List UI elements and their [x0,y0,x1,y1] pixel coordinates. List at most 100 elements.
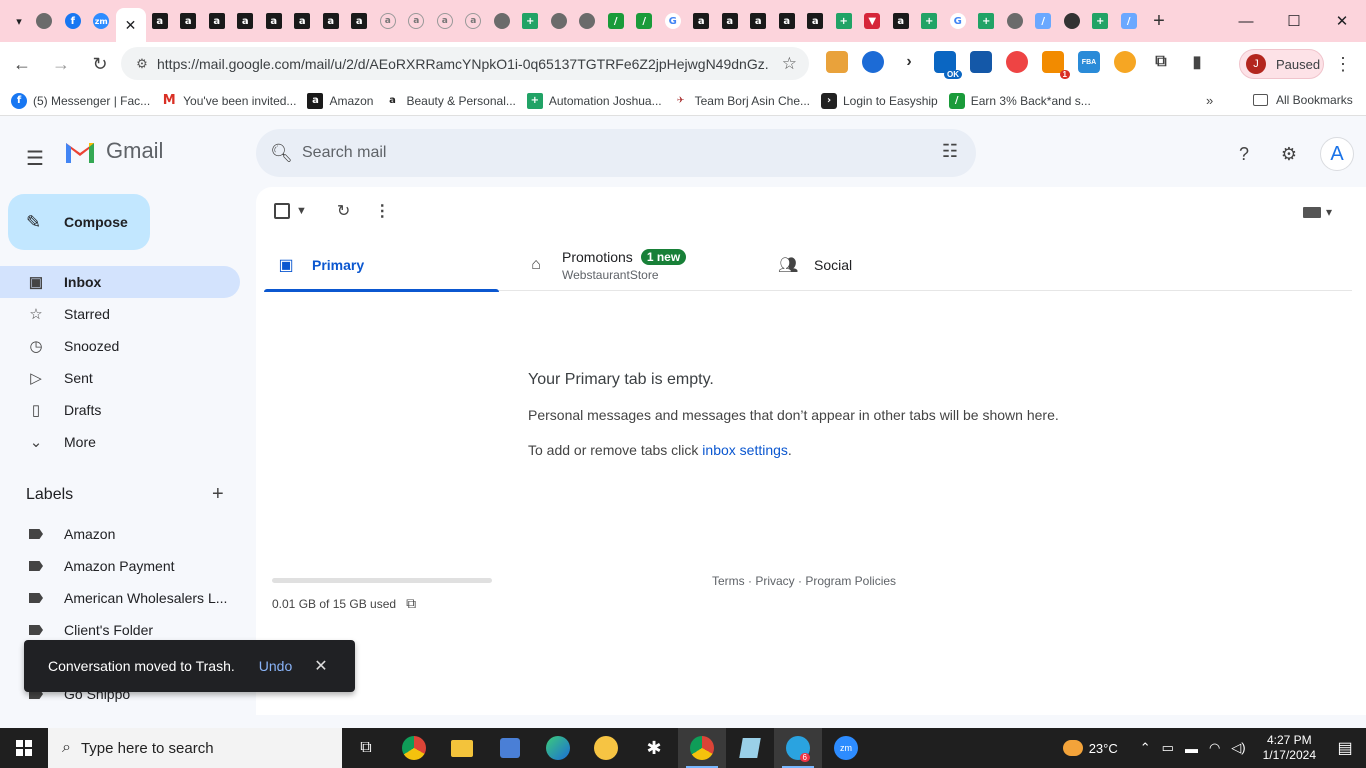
external-link-icon[interactable]: ⧉ [406,595,416,612]
notepad-icon[interactable] [726,728,774,768]
address-bar[interactable]: ⚙ https://mail.google.com/mail/u/2/d/AEo… [121,47,809,80]
tab[interactable]: / [630,5,659,37]
tab[interactable]: a [231,5,260,37]
extension-icon[interactable] [826,51,848,73]
notifications-icon[interactable]: ▤ [1330,738,1360,758]
bookmark-item[interactable]: + Automation Joshua... [526,92,662,109]
task-view-icon[interactable]: ⧉ [342,728,390,768]
tab[interactable]: ▼ [858,5,887,37]
compose-button[interactable]: ✎ Compose [8,194,150,250]
tab[interactable]: G [944,5,973,37]
undo-button[interactable]: Undo [259,658,292,674]
extension-icon[interactable] [1114,51,1136,73]
taskbar-search-box[interactable]: ⌕ Type here to search [48,728,342,768]
search-icon[interactable]: 🔍︎ [270,143,293,164]
tab[interactable]: / [1029,5,1058,37]
tab[interactable]: + [972,5,1001,37]
bookmark-item[interactable]: M You've been invited... [161,92,296,109]
profile-button[interactable]: J Paused [1239,49,1324,79]
zoom-taskbar-icon[interactable]: zm [822,728,870,768]
extension-icon[interactable]: FBA [1078,51,1100,73]
windows-start-icon[interactable] [0,728,48,768]
url-text[interactable]: https://mail.google.com/mail/u/2/d/AEoRX… [157,56,769,72]
toast-close-icon[interactable]: ✕ [314,656,327,676]
nav-snoozed[interactable]: ◷ Snoozed [0,330,240,362]
select-dropdown-icon[interactable]: ▼ [296,205,307,217]
tray-overflow-icon[interactable]: ⌃ [1140,740,1151,756]
bookmark-item[interactable]: ✈ Team Borj Asin Che... [672,92,810,109]
nav-starred[interactable]: ☆ Starred [0,298,240,330]
tab[interactable]: a [203,5,232,37]
tab[interactable] [488,5,517,37]
footer-links[interactable]: Terms · Privacy · Program Policies [712,574,896,588]
tab-promotions[interactable]: ⌂ Promotions 1 new WebstaurantStore [526,239,766,291]
tab[interactable]: / [1115,5,1144,37]
tab[interactable]: a [288,5,317,37]
bookmarks-overflow-icon[interactable]: » [1206,93,1213,108]
telegram-icon[interactable]: 6 [774,728,822,768]
meet-icon[interactable]: ▭ [1162,740,1174,756]
input-tools-button[interactable]: ▾ [1302,205,1332,219]
tab[interactable] [545,5,574,37]
tab[interactable]: + [1086,5,1115,37]
tab[interactable]: a [317,5,346,37]
bookmark-star-icon[interactable]: ☆ [782,54,797,74]
tab-primary[interactable]: ▣ Primary [264,239,499,292]
minimize-icon[interactable]: — [1222,0,1270,42]
side-panel-icon[interactable]: ▮ [1186,51,1208,73]
wifi-icon[interactable]: ◠ [1209,740,1220,756]
tab[interactable]: + [516,5,545,37]
help-icon[interactable]: ? [1231,141,1257,167]
tab[interactable]: a [716,5,745,37]
tab[interactable]: a [687,5,716,37]
tab[interactable]: a [773,5,802,37]
nav-drafts[interactable]: ▯ Drafts [0,394,240,426]
tab[interactable] [30,5,59,37]
tab[interactable]: a [402,5,431,37]
nav-more[interactable]: ⌄ More [0,426,240,458]
battery-icon[interactable]: ▬ [1185,741,1198,756]
slack-icon[interactable]: ✱ [630,728,678,768]
account-avatar[interactable]: A [1320,137,1354,171]
tab[interactable]: a [174,5,203,37]
file-explorer-icon[interactable] [438,728,486,768]
settings-gear-icon[interactable]: ⚙ [1276,141,1302,167]
tab[interactable]: a [887,5,916,37]
extension-icon[interactable]: OK [934,51,962,79]
bookmark-item[interactable]: f (5) Messenger | Fac... [11,92,150,109]
search-options-icon[interactable]: ☷ [942,141,958,162]
edge-icon[interactable] [534,728,582,768]
nav-sent[interactable]: ▷ Sent [0,362,240,394]
clock[interactable]: 4:27 PM 1/17/2024 [1263,733,1316,763]
tab[interactable]: a [801,5,830,37]
back-arrow-icon[interactable]: ← [5,47,39,81]
inbox-settings-link[interactable]: inbox settings [702,442,788,458]
vpn-icon[interactable] [582,728,630,768]
tab[interactable]: a [260,5,289,37]
site-info-icon[interactable]: ⚙ [127,56,157,72]
chrome-profile-icon[interactable] [678,728,726,768]
add-label-plus-icon[interactable]: + [212,483,224,506]
tab[interactable]: + [915,5,944,37]
bookmark-item[interactable]: a Beauty & Personal... [384,92,516,109]
all-bookmarks-button[interactable]: All Bookmarks [1253,93,1353,107]
extension-icon[interactable] [1006,51,1028,73]
extensions-puzzle-icon[interactable]: ⧉ [1150,51,1172,73]
app-icon[interactable] [486,728,534,768]
bookmark-item[interactable]: a Amazon [307,92,373,109]
label-item[interactable]: Amazon Payment [0,550,240,582]
forward-arrow-icon[interactable]: → [44,47,78,81]
nav-inbox[interactable]: ▣ Inbox [0,266,240,298]
tab[interactable]: a [744,5,773,37]
extension-icon[interactable]: 1 [1042,51,1070,79]
gmail-logo[interactable]: Gmail [64,138,163,164]
browser-menu-icon[interactable]: ⋮ [1334,54,1352,75]
extension-icon[interactable] [970,51,992,73]
tab[interactable]: a [431,5,460,37]
refresh-icon[interactable]: ↻ [337,201,350,221]
reload-icon[interactable]: ↻ [83,47,117,81]
main-menu-icon[interactable]: ☰ [26,146,44,171]
tab[interactable]: a [146,5,175,37]
tab[interactable]: + [830,5,859,37]
active-tab-close-icon[interactable]: ✕ [115,8,146,42]
